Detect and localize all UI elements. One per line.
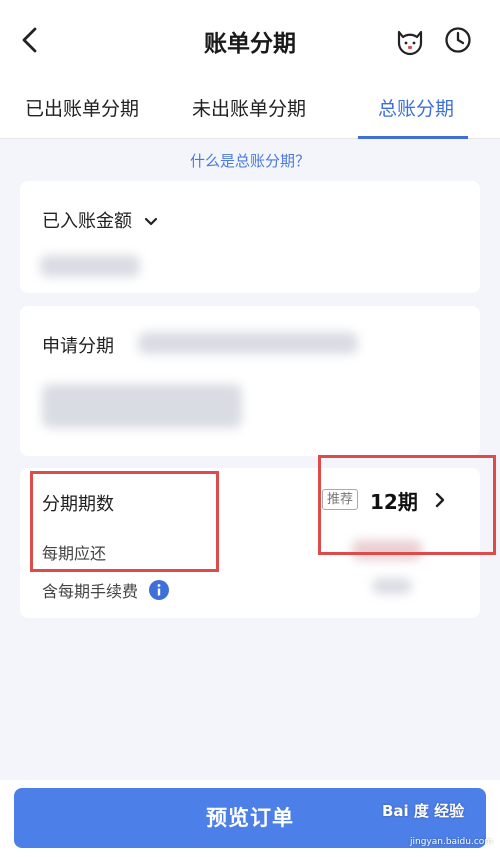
posted-amount-label: 已入账金额 [42,211,132,232]
tab-bar: 已出账单分期 未出账单分期 总账分期 [0,80,500,139]
apply-installment-card: 申请分期 [20,306,480,456]
tab-posted-bill-installment[interactable]: 已出账单分期 [25,80,139,138]
chevron-left-icon [22,27,37,53]
info-icon[interactable] [149,580,170,600]
app-header: 账单分期 [0,0,500,81]
chevron-down-icon [144,217,157,226]
history-button[interactable] [443,25,473,55]
fee-label-row: 含每期手续费 [42,578,170,602]
redacted-fee-amount [372,578,412,594]
fee-label: 含每期手续费 [42,582,139,601]
redacted-amount [40,255,140,277]
redacted-apply-info [138,332,358,354]
redacted-apply-amount-input[interactable] [42,384,242,428]
posted-amount-card: 已入账金额 [20,181,480,293]
back-button[interactable] [14,22,48,58]
apply-installment-label: 申请分期 [42,336,114,357]
cat-face-icon [397,30,423,56]
watermark-logo: Bai 度 经验 [382,802,465,820]
what-is-installment-link[interactable]: 什么是总账分期？ [0,150,500,171]
clock-icon [445,27,471,53]
active-tab-indicator [358,136,468,139]
watermark-url: jingyan.baidu.com [410,837,494,847]
tab-unposted-bill-installment[interactable]: 未出账单分期 [192,80,306,138]
tab-total-account-installment[interactable]: 总账分期 [378,80,454,138]
highlight-box-periods-value [318,455,496,555]
highlight-box-periods-label [30,471,219,572]
customer-service-button[interactable] [393,24,427,58]
posted-amount-dropdown[interactable]: 已入账金额 [42,207,158,233]
